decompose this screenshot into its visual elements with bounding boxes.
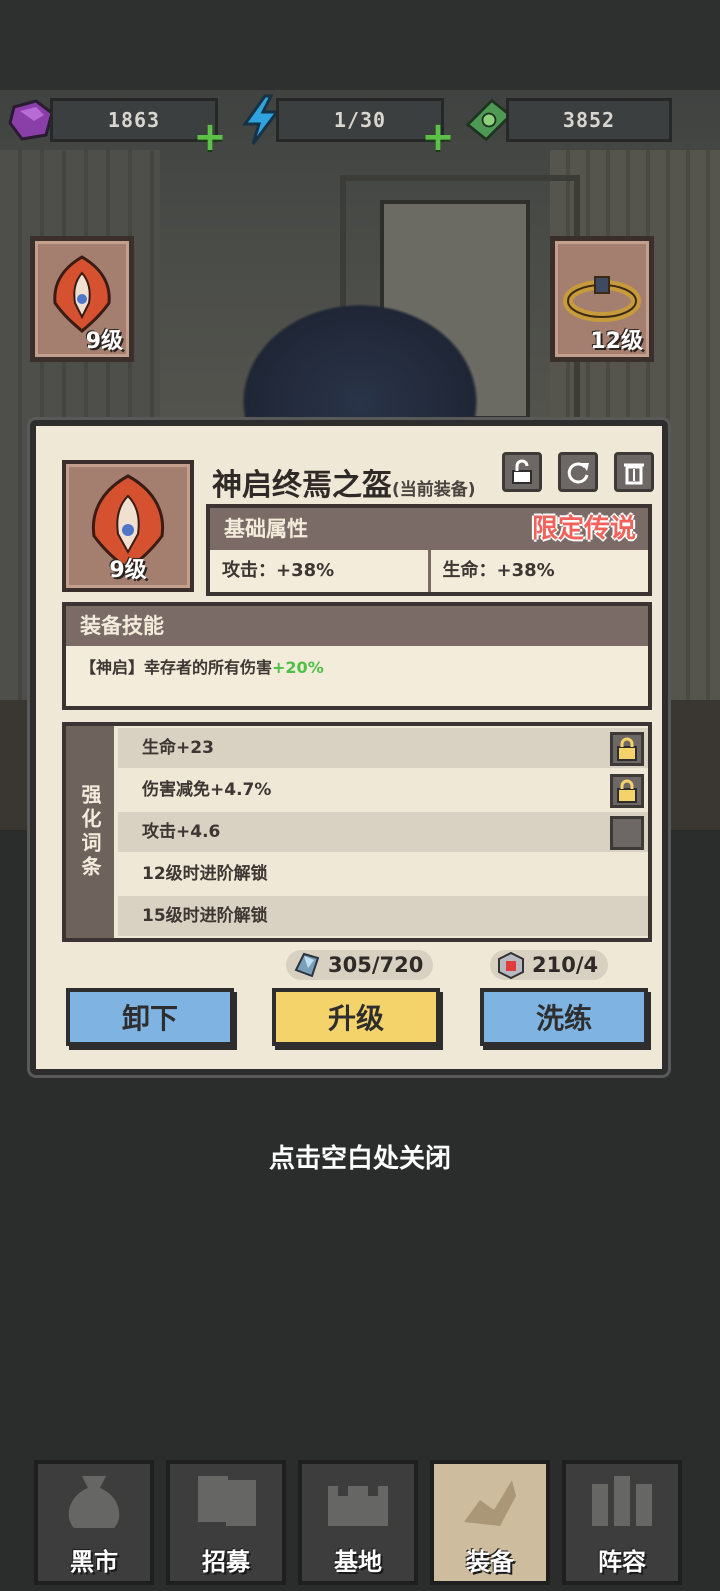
skill-bonus: +20% bbox=[272, 658, 324, 677]
equip-slot-ring[interactable]: 12级 bbox=[550, 236, 654, 362]
add-gems-button[interactable]: + bbox=[193, 117, 227, 157]
lock-toggle-button[interactable] bbox=[610, 816, 644, 850]
affix-text: 15级时进阶解锁 bbox=[142, 906, 268, 926]
cash-counter: 3852 bbox=[506, 98, 672, 142]
equipment-skill-text: 【神启】幸存者的所有伤害+20% bbox=[66, 646, 648, 686]
cube-icon bbox=[498, 951, 524, 980]
reroll-button[interactable]: 洗练 bbox=[480, 988, 648, 1046]
affix-text: 12级时进阶解锁 bbox=[142, 864, 268, 884]
refresh-icon[interactable] bbox=[558, 452, 598, 492]
affix-row: 攻击+4.6 bbox=[118, 812, 648, 852]
upgrade-button[interactable]: 升级 bbox=[272, 988, 440, 1046]
base-attributes-panel: 基础属性 限定传说 攻击：+38% 生命：+38% bbox=[206, 504, 652, 596]
item-status: (当前装备) bbox=[392, 480, 476, 500]
affix-text: 生命+23 bbox=[142, 738, 214, 758]
lock-toggle-button[interactable] bbox=[610, 732, 644, 766]
affix-text: 攻击+4.6 bbox=[142, 822, 221, 842]
rarity-badge: 限定传说 bbox=[531, 514, 636, 544]
tab-base[interactable]: 基地 bbox=[298, 1460, 418, 1585]
affix-row: 15级时进阶解锁 bbox=[118, 896, 648, 936]
tab-equipment[interactable]: 装备 bbox=[430, 1460, 550, 1585]
close-hint[interactable]: 点击空白处关闭 bbox=[0, 1138, 720, 1175]
equipment-skill-panel: 装备技能 【神启】幸存者的所有伤害+20% bbox=[62, 602, 652, 710]
slot-level: 9级 bbox=[85, 329, 123, 354]
unlock-icon[interactable] bbox=[502, 452, 542, 492]
equipment-skill-header: 装备技能 bbox=[66, 606, 648, 646]
tab-label: 黑市 bbox=[70, 1548, 118, 1576]
base-attributes-title: 基础属性 bbox=[224, 517, 308, 541]
tab-label: 基地 bbox=[334, 1548, 382, 1576]
squad-icon bbox=[592, 1476, 652, 1526]
tab-recruit[interactable]: 招募 bbox=[166, 1460, 286, 1585]
cards-icon bbox=[198, 1476, 256, 1526]
skill-description: 【神启】幸存者的所有伤害 bbox=[80, 658, 273, 677]
tab-lineup[interactable]: 阵容 bbox=[562, 1460, 682, 1585]
add-energy-button[interactable]: + bbox=[421, 117, 455, 157]
affixes-header: 强化词条 bbox=[78, 784, 102, 880]
money-bag-icon bbox=[68, 1476, 120, 1528]
life-stat: 生命：+38% bbox=[427, 550, 649, 592]
equip-slot-helmet[interactable]: 9级 bbox=[30, 236, 134, 362]
enhancement-affixes-panel: 强化词条 生命+23 伤害减免+4.7% 攻击+4.6 12级时进阶解锁 15级… bbox=[62, 722, 652, 942]
affix-row: 伤害减免+4.7% bbox=[118, 770, 648, 810]
unequip-button[interactable]: 卸下 bbox=[66, 988, 234, 1046]
equipment-detail-dialog: 9级 神启终焉之盔(当前装备) 基础属性 限定传说 攻击：+38% 生命：+38… bbox=[30, 420, 668, 1075]
lock-icon bbox=[617, 737, 637, 761]
tab-label: 招募 bbox=[202, 1548, 250, 1576]
item-title: 神启终焉之盔(当前装备) bbox=[212, 460, 476, 504]
trash-icon[interactable] bbox=[614, 452, 654, 492]
affix-text: 伤害减免+4.7% bbox=[142, 780, 272, 800]
fortress-icon bbox=[328, 1486, 388, 1526]
slot-level: 12级 bbox=[590, 329, 643, 354]
lock-toggle-button[interactable] bbox=[610, 774, 644, 808]
item-name: 神启终焉之盔 bbox=[212, 468, 392, 503]
tab-label: 阵容 bbox=[598, 1548, 646, 1576]
crystal-cost-value: 305/720 bbox=[328, 953, 424, 977]
equipment-icon bbox=[464, 1480, 516, 1526]
base-attributes-header: 基础属性 限定传说 bbox=[210, 508, 648, 550]
crystal-icon bbox=[294, 952, 320, 978]
crystal-cost: 305/720 bbox=[286, 950, 434, 980]
lock-icon bbox=[617, 779, 637, 803]
tab-black-market[interactable]: 黑市 bbox=[34, 1460, 154, 1585]
bottom-nav: 黑市 招募 基地 装备 阵容 bbox=[0, 1450, 720, 1591]
cube-cost: 210/4 bbox=[490, 950, 609, 980]
attack-stat: 攻击：+38% bbox=[222, 560, 335, 581]
gem-icon bbox=[6, 95, 56, 145]
energy-counter: 1/30 bbox=[276, 98, 444, 142]
item-portrait: 9级 bbox=[62, 460, 194, 592]
affixes-side-label: 强化词条 bbox=[66, 726, 114, 938]
affix-row: 生命+23 bbox=[118, 728, 648, 768]
cube-cost-value: 210/4 bbox=[532, 953, 599, 977]
affix-row: 12级时进阶解锁 bbox=[118, 854, 648, 894]
tab-label: 装备 bbox=[466, 1548, 514, 1576]
item-level: 9级 bbox=[109, 558, 147, 583]
